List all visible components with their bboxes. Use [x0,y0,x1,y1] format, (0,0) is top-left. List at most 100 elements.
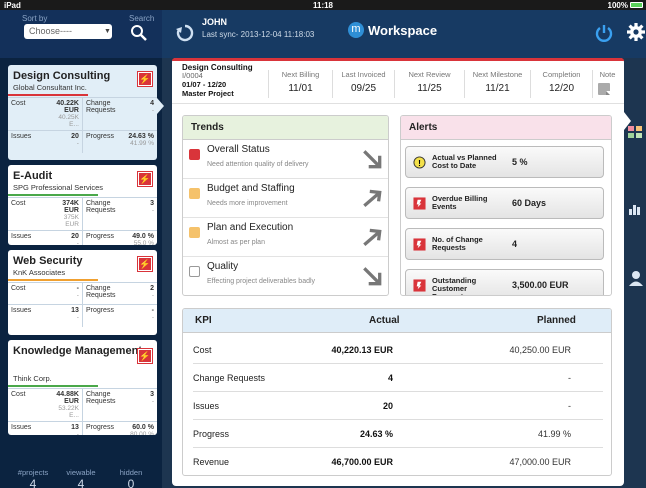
trend-row[interactable]: Plan and Execution Almost as per plan [183,218,388,257]
arrow-down-right-icon [363,267,382,286]
note-corner [606,91,610,95]
kpi-actual: 20 [382,401,393,411]
metric-value: 24.63 % 41.99 % [120,130,157,153]
project-card[interactable]: Web Security KnK Associates ⚡ Cost - - Change … [8,250,157,335]
metric-value: 4- [120,97,157,131]
person-icon[interactable] [626,264,646,294]
kpi-row: Issues 20 - [193,392,603,420]
user-name: JOHN [202,17,228,27]
metric-value: 49.0 % 55.0 % [120,230,157,245]
project-card-client: Global Consultant Inc. [13,83,87,92]
metric-label: Cost [8,97,47,131]
stat-viewable: viewable 4 [66,468,96,488]
metric-label: Progress [82,421,121,435]
svg-text:!: ! [418,158,421,168]
alert-label: Actual vs Planned Cost to Date [432,153,497,170]
flag-icon: ⚡ [138,172,152,186]
project-card[interactable]: E-Audit SPG Professional Services ⚡ Cost 374… [8,165,157,245]
sort-select[interactable]: Choose---- [24,24,112,39]
alert-button[interactable]: No. of Change Requests 4 [405,228,604,260]
workspace-logo: m [348,22,364,38]
metric-value: 374K EUR 375K EUR [46,197,83,231]
stat-hidden: hidden 0 [119,468,143,488]
project-status-bar [8,385,98,387]
kpi-name: Cost [193,345,212,355]
project-card-client: SPG Professional Services [13,183,104,192]
project-status-bar [8,94,88,96]
project-id: I/0004 [182,71,203,80]
alert-button[interactable]: Overdue Billing Events 60 Days [405,187,604,219]
flag-icon [413,279,426,292]
alert-value: 60 Days [512,198,547,208]
gear-icon[interactable] [626,22,646,42]
last-sync: Last sync- 2013-12-04 11:18:03 [202,30,315,39]
clock: 11:18 [312,1,334,10]
metric-label: Change Requests [82,388,121,422]
chevron-down-icon: ▼ [104,28,111,35]
kpi-actual: 46,700.00 EUR [331,457,393,467]
project-status-bar [8,279,98,281]
alert-value: 5 % [512,157,528,167]
metric-label: Issues [8,304,47,327]
project-card-metrics: Cost - - Change Requests 2- Issues 13- Progress… [8,282,157,327]
trend-row[interactable]: Quality Effecting project deliverables ba… [183,257,388,295]
trends-title: Trends [183,116,388,140]
metric-label: Cost [8,282,47,305]
project-card[interactable]: Design Consulting Global Consultant Inc. ⚡… [8,65,157,160]
stat-projects: #projects 4 [17,468,49,488]
kpi-planned: 40,250.00 EUR [509,345,571,355]
project-card-metrics: Cost 40.22K EUR 40.25K E... Change Requests… [8,97,157,153]
metric-value: 2- [120,282,157,305]
kpi-actual: 24.63 % [359,429,393,439]
metric-label: Progress [82,230,121,245]
kpi-col-header: KPI [195,315,212,326]
alert-label: Outstanding Customer Payments [432,276,477,296]
alert-label: Overdue Billing Events [432,194,488,211]
trend-row[interactable]: Overall Status Need attention quality of … [183,140,388,179]
trend-status-swatch [189,227,200,238]
metric-value: 44.88K EUR 53.22K E... [46,388,83,422]
metric-value: 13- [46,421,83,435]
project-sidebar: Sort by Search Choose---- ▼ Design Consu… [0,10,164,488]
project-date-column: Next Milestone 11/21 [464,70,530,98]
metric-label: Change Requests [82,97,121,131]
trend-status-swatch [189,149,200,160]
bar-chart-icon[interactable] [626,193,646,223]
metric-label: Change Requests [82,282,121,305]
alert-label: No. of Change Requests [432,235,483,252]
kpi-actual: 40,220.13 EUR [331,345,393,355]
kpi-row: Cost 40,220.13 EUR 40,250.00 EUR [193,336,603,364]
app-title: Workspace [368,23,438,38]
flag-icon: ⚡ [138,349,152,363]
alert-button[interactable]: ! Actual vs Planned Cost to Date 5 % [405,146,604,178]
selected-caret [157,98,164,114]
trend-row[interactable]: Budget and Staffing Needs more improvemen… [183,179,388,218]
project-date-column: Next Billing 11/01 [268,70,332,98]
project-status-strip [172,58,624,61]
sort-label: Sort by [22,14,48,23]
flag-icon: ⚡ [138,72,152,86]
project-card-metrics: Cost 374K EUR 375K EUR Change Requests 3- Iss… [8,197,157,245]
metric-label: Issues [8,130,47,153]
alert-button[interactable]: Outstanding Customer Payments 3,500.00 EU… [405,269,604,296]
kpi-row: Progress 24.63 % 41.99 % [193,420,603,448]
kpi-name: Change Requests [193,373,266,383]
project-card-title: Web Security [13,255,83,267]
kpi-name: Revenue [193,457,230,467]
status-bar: iPad 11:18 100% [0,0,646,10]
project-card[interactable]: Knowledge Management Think Corp. ⚡ Cost 44.8… [8,340,157,435]
search-icon[interactable] [130,24,148,42]
metric-value: 20- [46,130,83,153]
kpi-planned: 47,000.00 EUR [509,457,571,467]
actual-col-header: Actual [369,315,400,326]
trend-subtitle: Needs more improvement [207,200,288,207]
project-card-title: Knowledge Management [13,345,142,357]
refresh-icon[interactable] [176,24,194,42]
metric-value: 13- [46,304,83,327]
trend-title: Quality [207,261,239,272]
search-label: Search [129,14,155,23]
trend-title: Overall Status [207,144,270,155]
alerts-title: Alerts [401,116,611,140]
power-icon[interactable] [594,23,614,43]
arrow-up-right-icon [363,189,382,207]
